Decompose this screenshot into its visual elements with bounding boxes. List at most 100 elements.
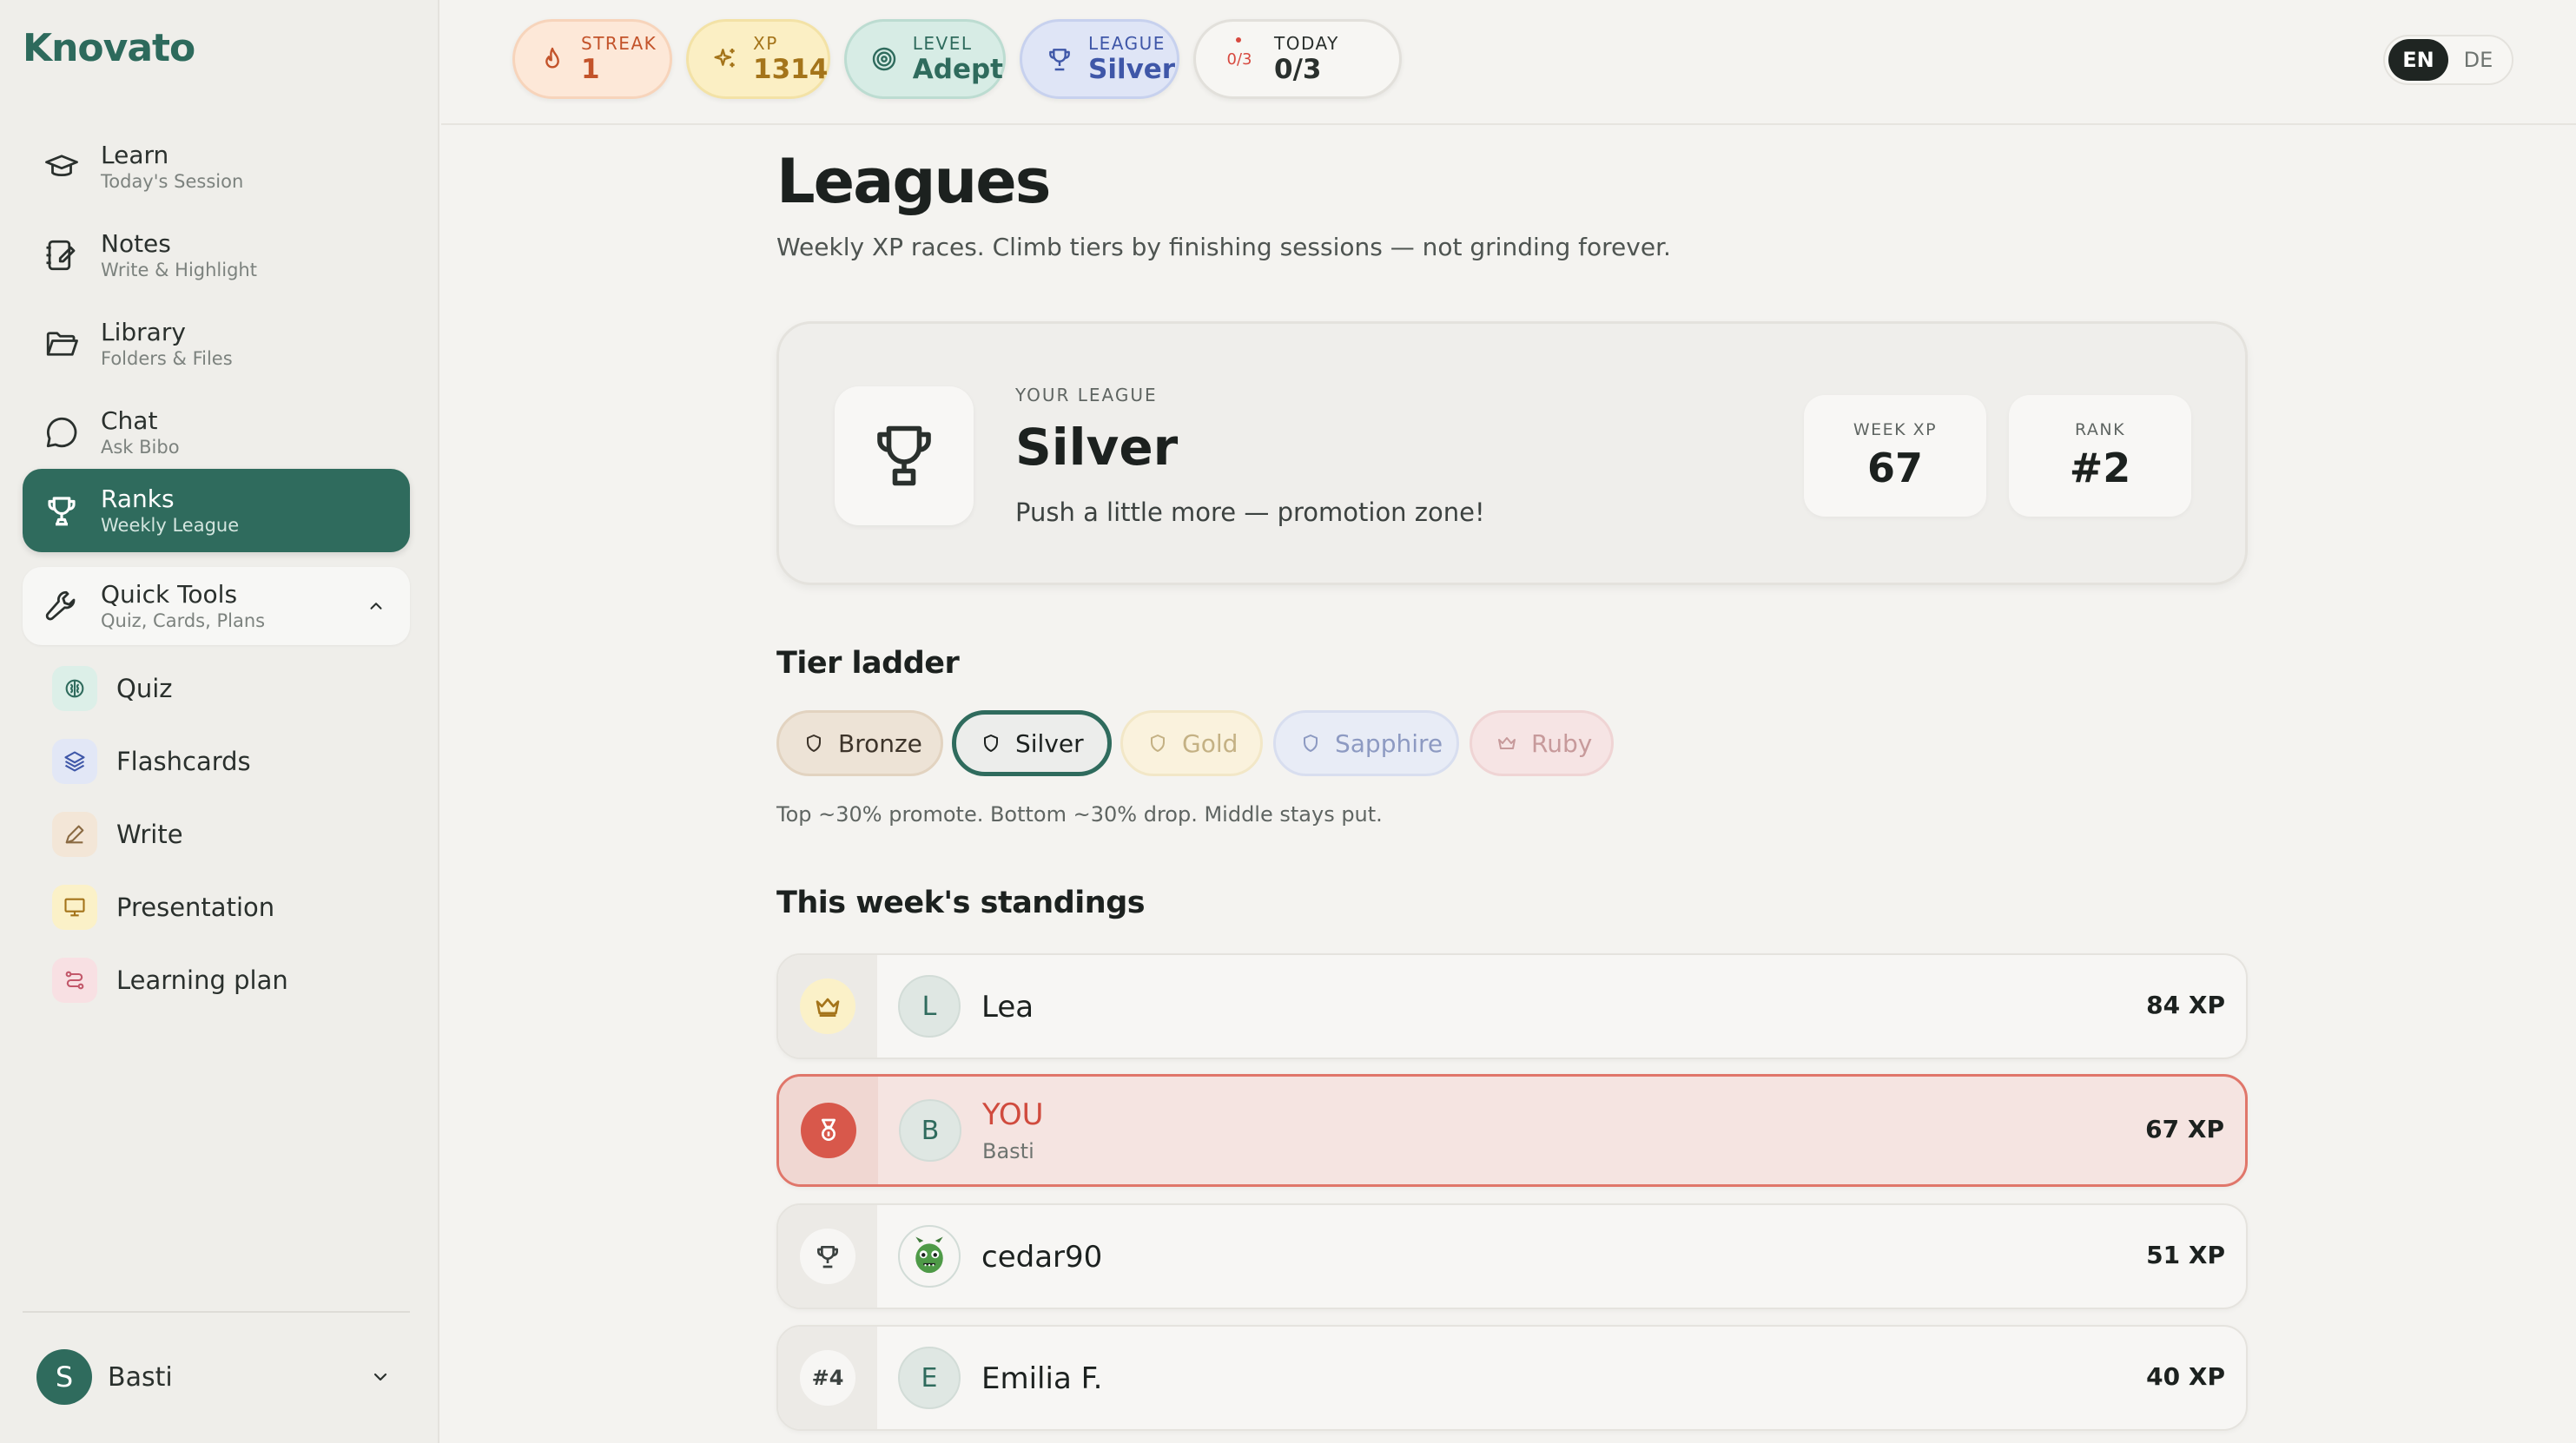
level-chip[interactable]: LEVEL Adept — [844, 19, 1006, 99]
trophy-icon — [800, 1229, 855, 1284]
sidebar: Knovato Learn Today's Session Notes Writ… — [0, 0, 439, 1443]
rank-stat: RANK #2 — [2009, 395, 2191, 517]
player-avatar: B — [899, 1099, 961, 1162]
tool-item-label: Flashcards — [116, 747, 251, 776]
tool-item-label: Presentation — [116, 893, 275, 922]
tier-sapphire[interactable]: Sapphire — [1273, 710, 1459, 776]
sparkles-icon — [711, 44, 739, 74]
crown-icon — [1498, 737, 1516, 749]
today-chip[interactable]: 0/3 TODAY 0/3 — [1193, 19, 1402, 99]
rank-number: #4 — [800, 1350, 855, 1406]
layers-icon — [52, 739, 97, 784]
today-value: 0/3 — [1274, 54, 1322, 85]
progress-dot-icon — [1236, 37, 1241, 43]
tool-item-quiz[interactable]: Quiz — [52, 658, 400, 719]
standings-row[interactable]: #4 E Emilia F. 40 XP — [776, 1325, 2248, 1431]
tier-label: Silver — [1015, 728, 1084, 758]
rank-column: #4 — [778, 1327, 877, 1429]
graduation-cap-icon — [23, 125, 101, 208]
brand-logo[interactable]: Knovato — [23, 26, 195, 70]
shield-icon — [1151, 735, 1165, 752]
top-bar: STREAK 1 XP 1314 LEVEL Adept LEAGUE Silv… — [441, 0, 2576, 125]
sidebar-item-label: Library — [101, 318, 186, 346]
tool-item-label: Write — [116, 820, 183, 849]
tier-label: Gold — [1182, 728, 1238, 758]
standings-row-you[interactable]: B YOU Basti 67 XP — [776, 1074, 2248, 1187]
tier-label: Ruby — [1531, 728, 1593, 758]
league-chip[interactable]: LEAGUE Silver — [1020, 19, 1179, 99]
page-title: Leagues — [776, 146, 1051, 217]
league-value: Silver — [1088, 54, 1176, 85]
tier-ladder-heading: Tier ladder — [776, 646, 960, 681]
streak-chip[interactable]: STREAK 1 — [512, 19, 672, 99]
medal-icon — [801, 1103, 856, 1158]
tier-ruby[interactable]: Ruby — [1470, 710, 1614, 776]
tool-item-flashcards[interactable]: Flashcards — [52, 731, 400, 792]
chat-bubble-icon — [23, 391, 101, 474]
player-xp: 51 XP — [2146, 1241, 2225, 1269]
week-xp-value: 67 — [1866, 445, 1923, 491]
player-xp: 84 XP — [2146, 991, 2225, 1019]
sidebar-item-label: Chat — [101, 406, 158, 435]
page-subtitle: Weekly XP races. Climb tiers by finishin… — [776, 233, 1671, 261]
streak-label: STREAK — [581, 33, 657, 54]
sidebar-item-chat[interactable]: Chat Ask Bibo — [23, 391, 410, 474]
sidebar-item-label: Learn — [101, 141, 169, 169]
player-avatar: L — [898, 975, 961, 1038]
user-name: Basti — [108, 1361, 173, 1393]
sidebar-item-ranks[interactable]: Ranks Weekly League — [23, 469, 410, 552]
sidebar-item-learn[interactable]: Learn Today's Session — [23, 125, 410, 208]
level-value: Adept — [912, 54, 1003, 85]
tool-item-presentation[interactable]: Presentation — [52, 877, 400, 938]
week-xp-stat: WEEK XP 67 — [1804, 395, 1986, 517]
today-progress-ring: 0/3 — [1213, 37, 1265, 81]
tier-label: Sapphire — [1335, 728, 1443, 758]
trophy-icon — [1045, 44, 1074, 74]
streak-value: 1 — [581, 54, 600, 85]
tool-item-learning-plan[interactable]: Learning plan — [52, 950, 400, 1011]
league-eyebrow: YOUR LEAGUE — [1015, 385, 1158, 405]
chevron-down-icon — [373, 1373, 387, 1381]
rank-column — [779, 1077, 878, 1184]
crown-icon — [800, 978, 855, 1034]
player-avatar: E — [898, 1347, 961, 1409]
folder-open-icon — [23, 302, 101, 385]
standings-row[interactable]: L Lea 84 XP — [776, 953, 2248, 1059]
player-xp: 67 XP — [2145, 1115, 2224, 1143]
route-icon — [52, 958, 97, 1003]
player-name: Lea — [981, 990, 1034, 1025]
wrench-icon — [23, 564, 101, 648]
sidebar-item-library[interactable]: Library Folders & Files — [23, 302, 410, 385]
rank-column — [778, 1205, 877, 1308]
trophy-icon — [877, 425, 931, 486]
trophy-icon — [23, 469, 101, 552]
sidebar-item-notes[interactable]: Notes Write & Highlight — [23, 214, 410, 297]
quick-tools-label: Quick Tools — [101, 580, 238, 609]
tool-item-write[interactable]: Write — [52, 804, 400, 865]
today-ring-label: 0/3 — [1226, 49, 1252, 69]
tier-gold[interactable]: Gold — [1120, 710, 1263, 776]
tier-silver[interactable]: Silver — [952, 710, 1112, 776]
sidebar-item-label: Notes — [101, 229, 171, 258]
sidebar-divider — [23, 1311, 410, 1313]
presentation-icon — [52, 885, 97, 930]
tool-item-label: Quiz — [116, 674, 173, 703]
monster-avatar-icon — [898, 1225, 961, 1288]
flame-icon — [538, 44, 567, 74]
rank-label: RANK — [2074, 420, 2126, 439]
sidebar-item-sublabel: Ask Bibo — [101, 437, 180, 458]
tool-item-label: Learning plan — [116, 965, 288, 995]
lang-de-button[interactable]: DE — [2448, 39, 2508, 81]
tier-rules-note: Top ~30% promote. Bottom ~30% drop. Midd… — [776, 802, 1383, 827]
week-xp-label: WEEK XP — [1853, 420, 1938, 439]
pencil-icon — [52, 812, 97, 857]
user-menu[interactable]: S Basti — [36, 1349, 401, 1405]
standings-row[interactable]: cedar90 51 XP — [776, 1203, 2248, 1309]
notebook-pen-icon — [23, 214, 101, 297]
quick-tools-toggle[interactable]: Quick Tools Quiz, Cards, Plans — [23, 567, 410, 645]
player-name: cedar90 — [981, 1240, 1103, 1275]
tier-bronze[interactable]: Bronze — [776, 710, 943, 776]
xp-chip[interactable]: XP 1314 — [686, 19, 830, 99]
lang-en-button[interactable]: EN — [2388, 39, 2448, 81]
league-label: LEAGUE — [1088, 33, 1166, 54]
